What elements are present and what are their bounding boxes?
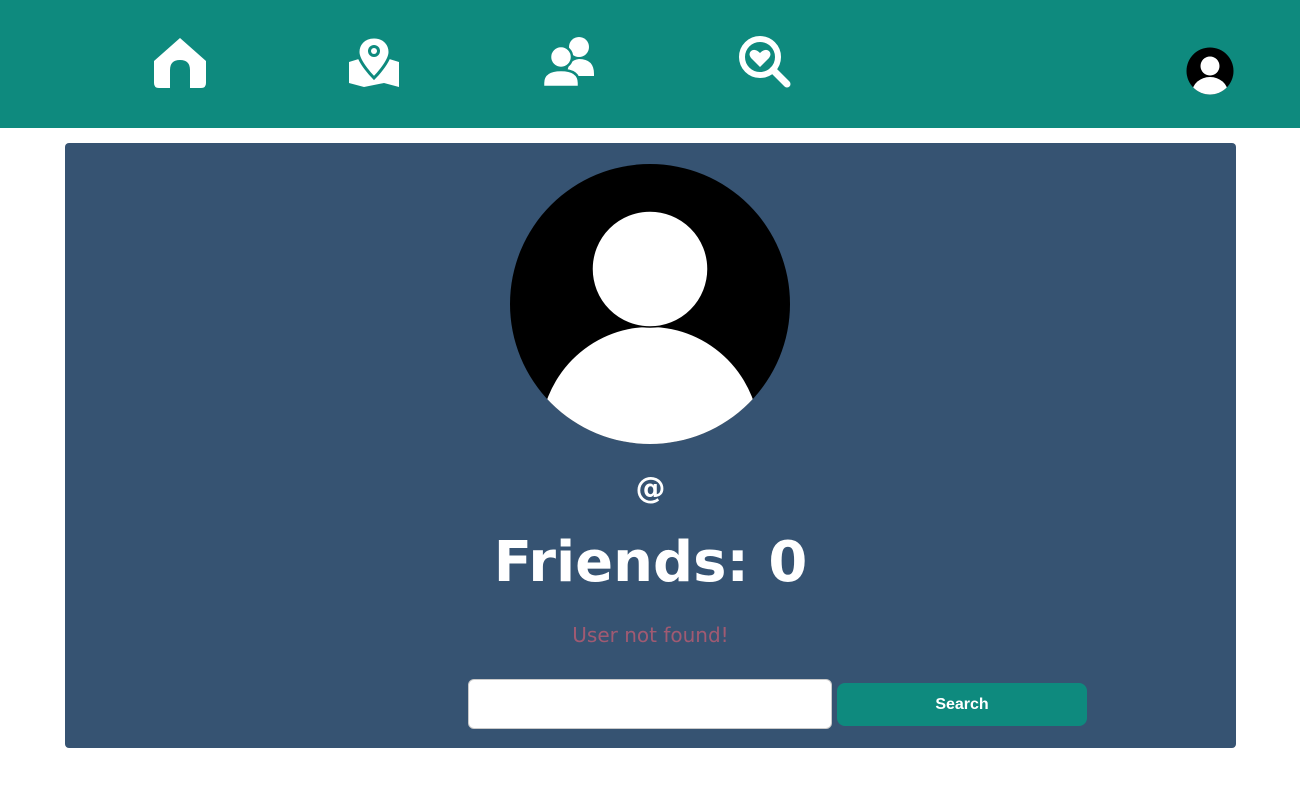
home-icon[interactable] [152, 34, 208, 90]
user-avatar-icon[interactable] [1186, 47, 1234, 95]
friends-icon[interactable] [541, 34, 597, 90]
profile-avatar-icon [510, 164, 790, 444]
search-button[interactable]: Search [837, 683, 1087, 726]
user-search-input[interactable] [468, 679, 832, 729]
map-location-icon[interactable] [346, 34, 402, 90]
error-message: User not found! [572, 623, 729, 647]
search-heart-icon[interactable] [737, 34, 793, 90]
top-navigation-bar [0, 0, 1300, 128]
profile-card: @ Friends: 0 User not found! Search [65, 143, 1236, 748]
username-handle: @ [635, 471, 666, 506]
friends-count: Friends: 0 [493, 530, 808, 595]
